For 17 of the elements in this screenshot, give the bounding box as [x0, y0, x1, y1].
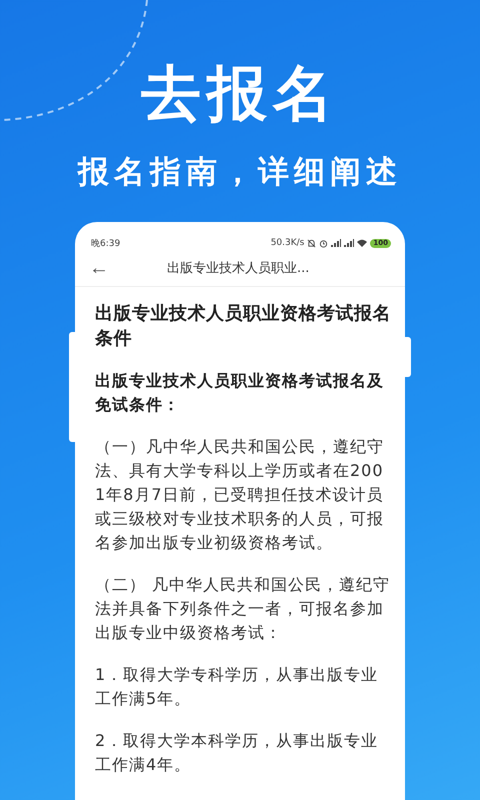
subtitle: 报名指南，详细阐述 [78, 153, 402, 192]
paragraph: 2．取得大学本科学历，从事出版专业工作满4年。 [95, 730, 380, 776]
article-title: 出版专业技术人员职业资格考试报名条件 [95, 302, 392, 351]
back-button[interactable]: ← [85, 256, 119, 280]
paragraph: 1．取得大学专科学历，从事出版专业工作满5年。 [95, 664, 380, 710]
network-speed: 50.3K/s [270, 238, 304, 248]
signal-icon [331, 239, 342, 247]
page-title: 出版专业技术人员职业... [167, 260, 310, 277]
paragraph: （一）凡中华人民共和国公民，遵纪守法、具有大学专科以上学历或者在2001年8月7日前，已受聘担任技术设计员或三级校对专业技术职务的人员，可报名参加出版专业初级资格考试。 [95, 436, 385, 554]
signal-icon [344, 239, 354, 247]
bell-icon [307, 238, 316, 248]
status-time: 晚6:39 [91, 238, 120, 250]
wifi-icon [357, 239, 368, 247]
alarm-icon [319, 238, 328, 248]
headline: 去报名 [141, 58, 339, 130]
paragraph: （二） 凡中华人民共和国公民，遵纪守法并具备下列条件之一者，可报名参加出版专业中级资格考试： [95, 574, 392, 644]
paragraph: 出版专业技术人员职业资格考试报名及免试条件： [95, 370, 385, 416]
